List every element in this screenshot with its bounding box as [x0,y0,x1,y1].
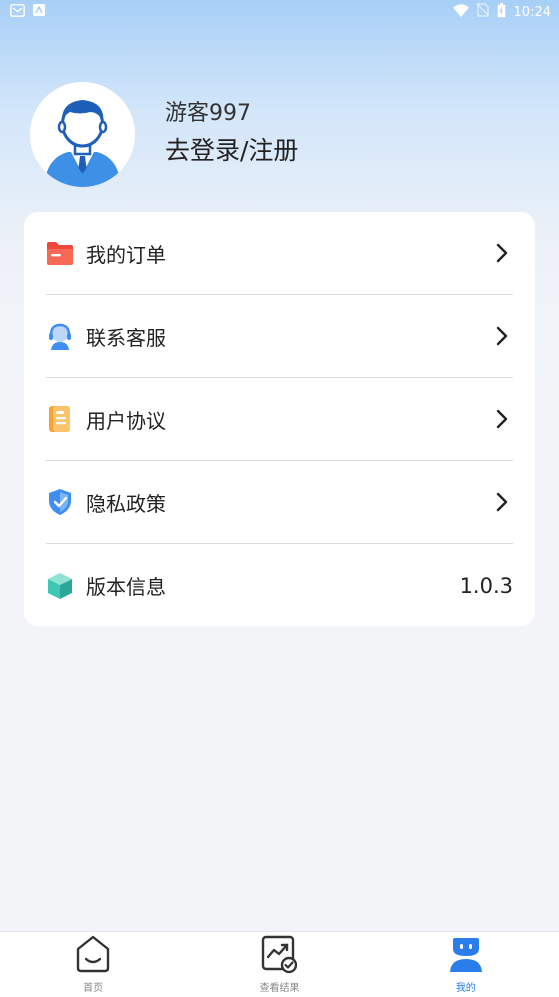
tab-label-profile: 我的 [455,983,476,994]
chevron-right-icon [493,242,511,264]
results-chart-icon [261,935,298,977]
login-register-link[interactable]: 去登录/注册 [165,131,298,171]
menu-item-privacy-policy[interactable]: 隐私政策 [46,461,513,544]
menu-item-my-orders[interactable]: 我的订单 [46,212,513,295]
menu-item-contact-service[interactable]: 联系客服 [46,295,513,378]
tab-label-home: 首页 [83,983,104,994]
tab-label-results: 查看结果 [259,983,300,994]
menu-label-my-orders: 我的订单 [86,242,166,267]
status-bar: 10:24 [0,0,559,24]
tab-profile[interactable]: 我的 [406,935,526,994]
tab-results[interactable]: 查看结果 [219,935,339,994]
menu-label-version-info: 版本信息 [86,575,166,599]
username: 游客997 [165,100,251,126]
status-time: 10:24 [513,4,551,20]
chevron-right-icon [493,408,511,430]
chevron-right-icon [493,491,511,513]
status-left [10,3,45,21]
home-icon [75,935,111,977]
status-right: 10:24 [452,2,551,22]
wifi-icon [452,3,469,21]
bottom-nav: 首页 查看结果 我的 [0,931,559,997]
profile-icon [448,935,484,977]
menu-item-version-info[interactable]: 版本信息 1.0.3 [46,544,513,627]
menu-label-user-agreement: 用户协议 [86,408,166,433]
notification-icon [10,3,25,21]
menu-label-contact-service: 联系客服 [86,325,166,350]
tab-home[interactable]: 首页 [33,935,153,994]
customer-service-icon [46,322,74,350]
menu-item-user-agreement[interactable]: 用户协议 [46,378,513,461]
user-avatar-icon[interactable] [30,82,135,187]
app-icon [33,4,45,20]
privacy-shield-icon [46,488,74,516]
profile-text: 游客997 去登录/注册 [165,99,298,171]
battery-icon [497,2,506,22]
menu-card: 我的订单 联系客服 用户协议 隐私政策 版本信息 1.0.3 [24,212,535,626]
no-sim-icon [476,3,489,21]
agreement-doc-icon [46,405,74,433]
order-folder-icon [46,239,74,267]
version-value: 1.0.3 [459,573,513,598]
version-cube-icon [46,572,74,600]
chevron-right-icon [493,325,511,347]
menu-label-privacy-policy: 隐私政策 [86,491,166,516]
profile-header[interactable]: 游客997 去登录/注册 [30,82,298,187]
